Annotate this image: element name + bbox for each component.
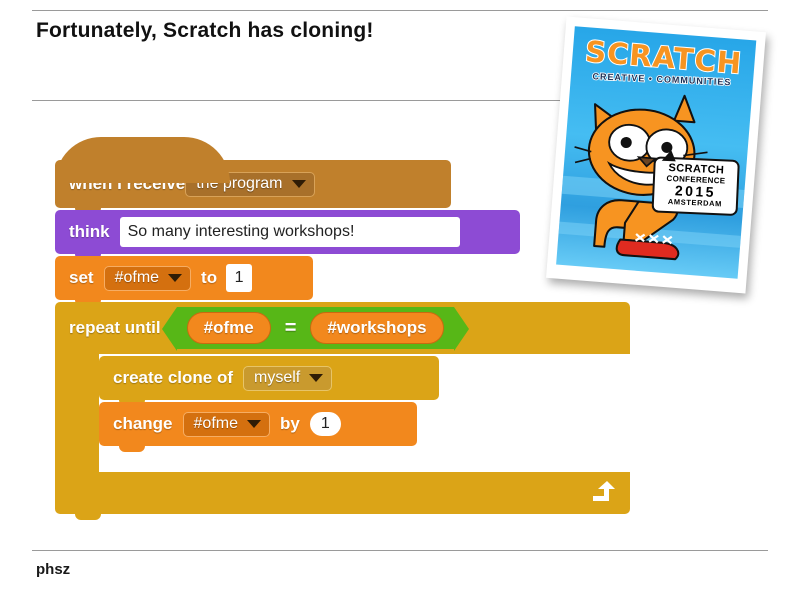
block-notch bbox=[75, 513, 101, 520]
block-create-clone-of[interactable]: create clone of myself bbox=[99, 356, 439, 406]
chevron-down-icon bbox=[291, 179, 306, 188]
block-label: think bbox=[69, 222, 110, 241]
poster-speech-bubble: SCRATCH CONFERENCE 2015 AMSTERDAM bbox=[651, 149, 740, 216]
hat-block-dome bbox=[55, 137, 230, 183]
variable-reporter-workshops[interactable]: #workshops bbox=[310, 312, 444, 344]
chevron-down-icon bbox=[309, 373, 324, 382]
c-block-foot bbox=[55, 472, 630, 520]
poster-artwork: SCRATCH CREATIVE • COMMUNITIES SCRATCH C… bbox=[556, 26, 757, 279]
variable-reporter-ofme[interactable]: #ofme bbox=[186, 312, 271, 344]
dropdown-value: #ofme bbox=[193, 414, 238, 432]
page-title: Fortunately, Scratch has cloning! bbox=[36, 19, 374, 42]
block-change-variable[interactable]: change #ofme by 1 bbox=[99, 402, 417, 452]
chevron-down-icon bbox=[247, 419, 261, 428]
operator-equals[interactable]: #ofme = #workshops bbox=[161, 307, 469, 351]
dropdown-value: myself bbox=[254, 368, 301, 386]
think-text-input[interactable]: So many interesting workshops! bbox=[119, 217, 460, 247]
dropdown-value: #ofme bbox=[114, 268, 160, 286]
block-think[interactable]: think So many interesting workshops! bbox=[55, 210, 520, 260]
divider-top bbox=[32, 10, 768, 11]
block-label: create clone of bbox=[113, 368, 233, 387]
chevron-down-icon bbox=[168, 273, 183, 282]
loop-arrow-icon bbox=[593, 481, 615, 501]
block-label-to: to bbox=[201, 268, 218, 287]
change-value-input[interactable]: 1 bbox=[309, 412, 341, 436]
scratch-conference-poster: SCRATCH CREATIVE • COMMUNITIES SCRATCH C… bbox=[546, 16, 766, 294]
block-notch bbox=[119, 445, 145, 452]
dropdown-variable[interactable]: #ofme bbox=[103, 265, 192, 291]
footer-text: phsz bbox=[36, 561, 71, 578]
block-set-variable[interactable]: set #ofme to 1 bbox=[55, 256, 313, 306]
block-repeat-until[interactable]: repeat until #ofme = #workshops bbox=[55, 302, 630, 354]
block-label: change bbox=[113, 414, 173, 433]
operator-symbol: = bbox=[284, 316, 297, 339]
block-when-i-receive[interactable]: when I receive the program bbox=[55, 137, 451, 214]
c-block-arm bbox=[55, 354, 99, 472]
block-label: set bbox=[69, 268, 94, 287]
speech-bubble-tail bbox=[661, 149, 677, 161]
slide: Fortunately, Scratch has cloning! when I… bbox=[0, 0, 800, 600]
divider-footer bbox=[32, 550, 768, 551]
dropdown-variable[interactable]: #ofme bbox=[182, 411, 270, 437]
block-label: repeat until bbox=[69, 318, 161, 337]
block-label-by: by bbox=[280, 414, 300, 433]
set-value-input[interactable]: 1 bbox=[226, 264, 253, 292]
condition-slot: #ofme = #workshops bbox=[161, 307, 469, 351]
dropdown-clone-target[interactable]: myself bbox=[243, 365, 333, 391]
